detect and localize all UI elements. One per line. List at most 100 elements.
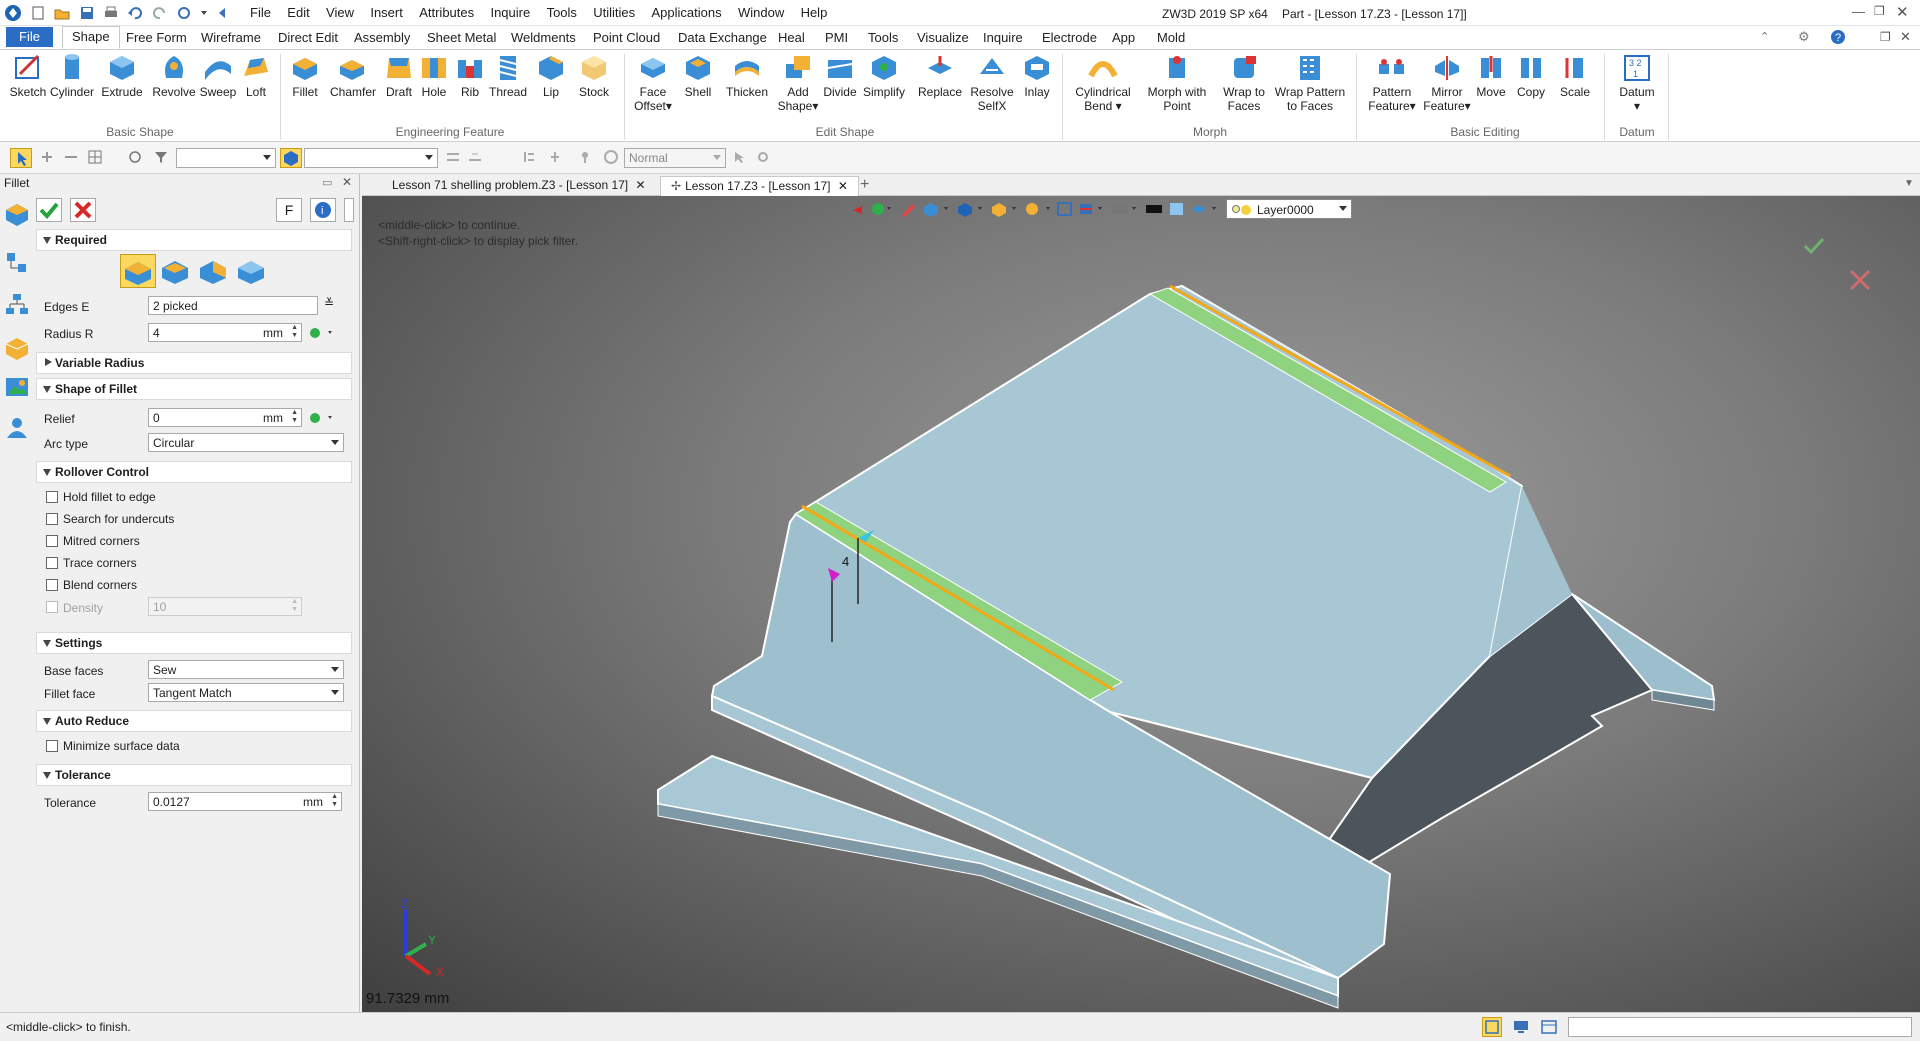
tab-heal[interactable]: Heal (778, 30, 805, 45)
open-folder-icon[interactable] (54, 6, 70, 20)
snap-icon[interactable] (446, 150, 460, 164)
fillet-type-full-round-button[interactable] (234, 254, 270, 288)
mirror-feature-button[interactable]: Mirror Feature▾ (1422, 52, 1472, 113)
fillet-type-face-button[interactable] (196, 254, 232, 288)
tab-list-icon[interactable]: ▼ (1904, 178, 1914, 189)
tab-visualize[interactable]: Visualize (917, 30, 969, 45)
minimize-surface-checkbox[interactable] (46, 740, 58, 752)
revolve-button[interactable]: Revolve (152, 52, 196, 99)
inlay-button[interactable]: Inlay (1015, 52, 1059, 99)
chamfer-button[interactable]: Chamfer (330, 52, 376, 99)
cylinder-button[interactable]: Cylinder (50, 52, 94, 99)
menu-inquire[interactable]: Inquire (490, 5, 530, 20)
spinner-icon[interactable]: ▲ ▼ (291, 409, 298, 425)
datum-button[interactable]: 3 2 1 Datum ▾ (1612, 52, 1662, 113)
tab-assembly[interactable]: Assembly (354, 30, 410, 45)
doc-tab-lesson-17[interactable]: ✢ Lesson 17.Z3 - [Lesson 17] ✕ (660, 176, 859, 196)
undo-icon[interactable] (127, 6, 143, 20)
image-library-icon[interactable] (4, 374, 30, 400)
menu-applications[interactable]: Applications (652, 5, 722, 20)
tab-mold[interactable]: Mold (1157, 30, 1185, 45)
doc-tab-lesson-71[interactable]: Lesson 71 shelling problem.Z3 - [Lesson … (382, 176, 656, 196)
pick-circle-icon[interactable] (128, 150, 142, 164)
tab-wireframe[interactable]: Wireframe (201, 30, 261, 45)
cursor-option-icon[interactable] (732, 150, 746, 164)
chevron-down-icon[interactable] (200, 6, 208, 20)
tab-free-form[interactable]: Free Form (126, 30, 187, 45)
replace-button[interactable]: Replace (918, 52, 962, 99)
blend-corners-checkbox[interactable] (46, 579, 58, 591)
close-button[interactable]: ✕ (1896, 3, 1909, 21)
section-rollover-control[interactable]: Rollover Control (36, 461, 352, 483)
arc-type-select[interactable]: Circular (148, 433, 344, 452)
menu-attributes[interactable]: Attributes (419, 5, 474, 20)
spinner-icon[interactable]: ▲ ▼ (291, 598, 298, 614)
menu-view[interactable]: View (326, 5, 354, 20)
spinner-icon[interactable]: ▲ ▼ (291, 324, 298, 340)
close-panel-icon[interactable]: ✕ (342, 175, 352, 189)
pick-feature-button[interactable] (280, 148, 302, 168)
ok-button[interactable] (36, 198, 62, 222)
app-logo-icon[interactable] (4, 4, 22, 25)
scale-button[interactable]: Scale (1552, 52, 1598, 99)
hold-fillet-checkbox[interactable] (46, 491, 58, 503)
distribute-icon[interactable] (548, 150, 562, 164)
section-auto-reduce[interactable]: Auto Reduce (36, 710, 352, 732)
filter-type-select[interactable] (176, 148, 276, 168)
pick-option-icon[interactable] (40, 150, 54, 164)
render-mode-select[interactable]: Normal (624, 148, 726, 168)
base-faces-select[interactable]: Sew (148, 660, 344, 679)
menu-edit[interactable]: Edit (287, 5, 309, 20)
variable-input-icon[interactable] (308, 410, 336, 426)
tab-data-exchange[interactable]: Data Exchange (678, 30, 767, 45)
fillet-face-select[interactable]: Tangent Match (148, 683, 344, 702)
radius-tag[interactable]: 4 (842, 554, 849, 569)
status-grid-button[interactable] (1482, 1017, 1502, 1037)
render-mode-icon[interactable] (604, 150, 618, 164)
pick-grid-icon[interactable] (88, 150, 102, 164)
divide-button[interactable]: Divide (818, 52, 862, 99)
tab-app[interactable]: App (1112, 30, 1135, 45)
tab-weldments[interactable]: Weldments (511, 30, 576, 45)
face-offset-button[interactable]: Face Offset▾ (631, 52, 675, 113)
add-shape-button[interactable]: Add Shape▾ (776, 52, 820, 113)
thread-button[interactable]: Thread (486, 52, 530, 99)
command-input[interactable] (1568, 1017, 1912, 1037)
tab-inquire[interactable]: Inquire (983, 30, 1023, 45)
wrap-pattern-button[interactable]: Wrap Pattern to Faces (1274, 52, 1346, 113)
edges-expand-icon[interactable]: ≚ (324, 296, 334, 310)
menu-insert[interactable]: Insert (370, 5, 403, 20)
simplify-button[interactable]: Simplify (862, 52, 906, 99)
status-window-icon[interactable] (1540, 1019, 1558, 1035)
pin-icon[interactable] (578, 150, 592, 164)
relief-field[interactable]: 0 mm ▲ ▼ (148, 408, 302, 427)
tab-shape[interactable]: Shape (62, 26, 120, 49)
info-button[interactable]: i (310, 198, 336, 222)
tab-direct-edit[interactable]: Direct Edit (278, 30, 338, 45)
extrude-button[interactable]: Extrude (100, 52, 144, 99)
help-icon[interactable]: ? (1830, 29, 1846, 48)
section-settings[interactable]: Settings (36, 632, 352, 654)
search-undercuts-checkbox[interactable] (46, 513, 58, 525)
fillet-type-chord-button[interactable] (158, 254, 194, 288)
stock-button[interactable]: Stock (572, 52, 616, 99)
pick-line-icon[interactable] (64, 150, 78, 164)
tab-sheet-metal[interactable]: Sheet Metal (427, 30, 496, 45)
copy-button[interactable]: Copy (1510, 52, 1552, 99)
f-button[interactable]: F (276, 198, 302, 222)
user-icon[interactable] (4, 414, 30, 440)
align-icon[interactable] (522, 150, 536, 164)
wrap-to-faces-button[interactable]: Wrap to Faces (1218, 52, 1270, 113)
shell-button[interactable]: Shell (676, 52, 720, 99)
density-field[interactable]: 10 ▲ ▼ (148, 597, 302, 616)
feature-manager-icon[interactable] (4, 200, 30, 226)
arrow-left-icon[interactable] (217, 6, 227, 20)
tab-electrode[interactable]: Electrode (1042, 30, 1097, 45)
tab-point-cloud[interactable]: Point Cloud (593, 30, 660, 45)
tab-pmi[interactable]: PMI (825, 30, 848, 45)
pin-panel-icon[interactable]: ▭ (322, 176, 332, 189)
restore-doc-button[interactable]: ❐ (1880, 30, 1891, 44)
print-icon[interactable] (103, 6, 119, 20)
menu-tools[interactable]: Tools (547, 5, 577, 20)
lip-button[interactable]: Lip (529, 52, 573, 99)
